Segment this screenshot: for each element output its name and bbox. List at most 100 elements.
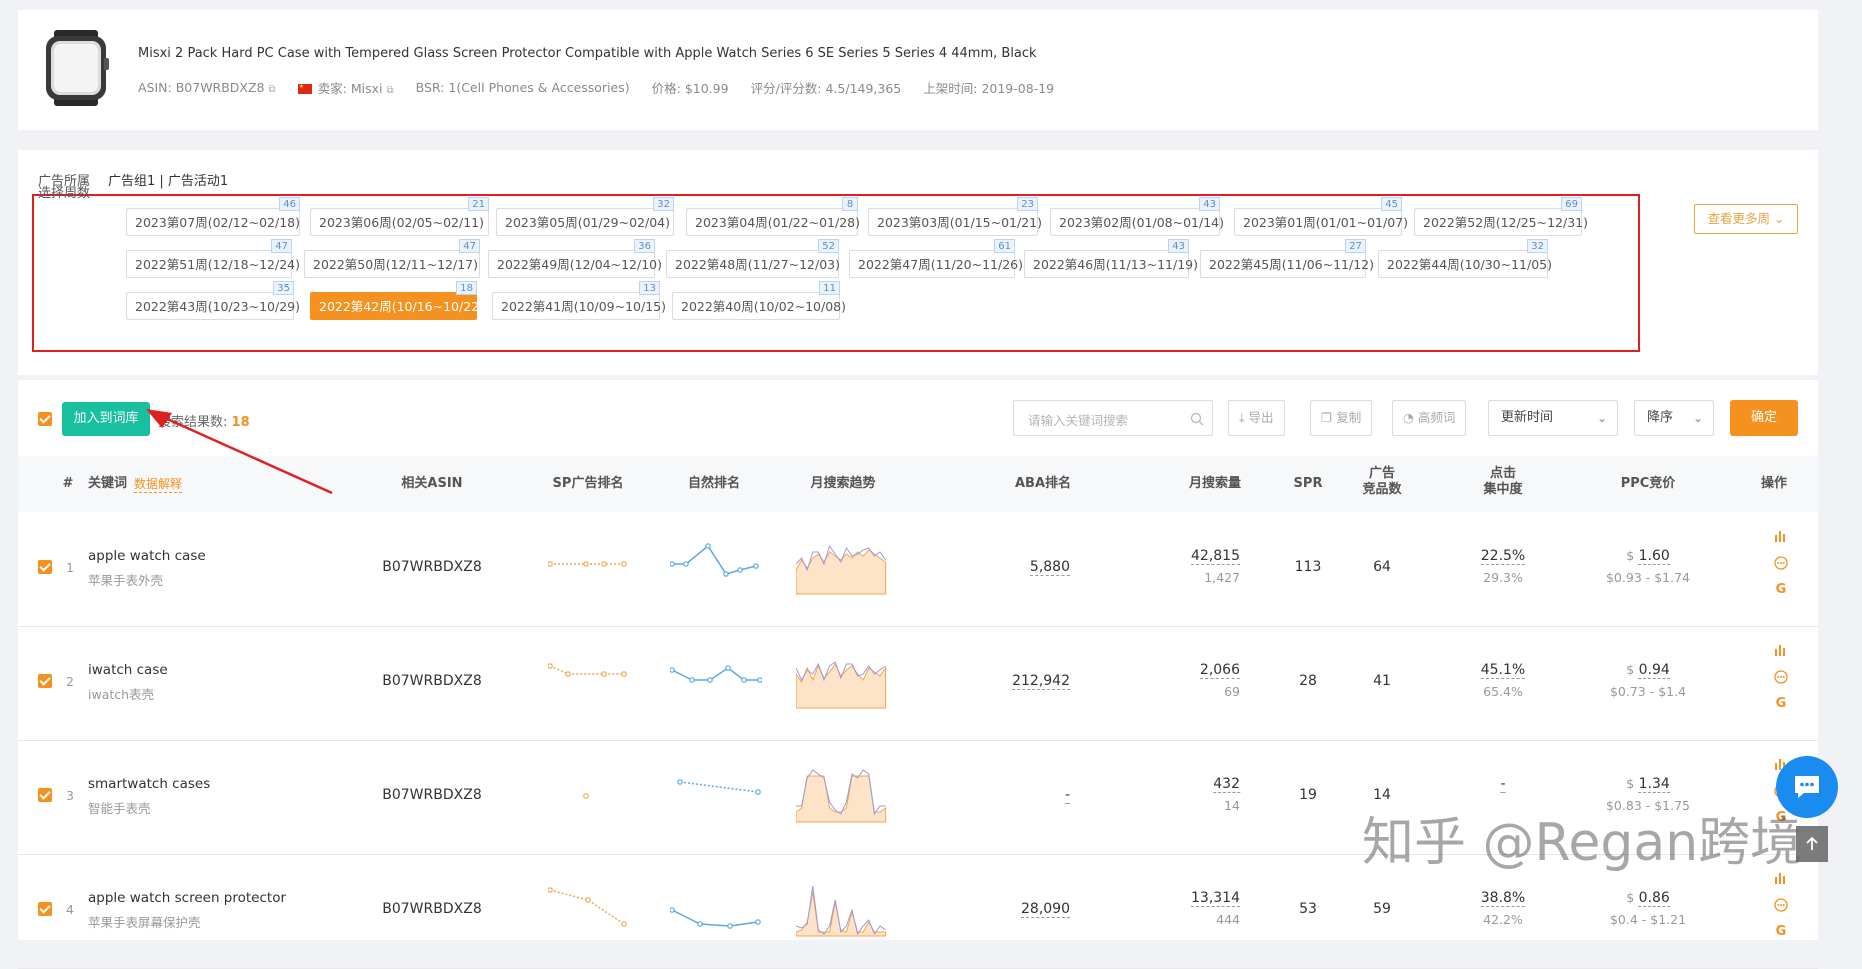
- watermark: 知乎 @Regan跨境: [1362, 813, 1803, 873]
- week-label: 2022第44周(10/30~11/05): [1387, 257, 1552, 272]
- organic-rank-sparkline: [670, 907, 761, 929]
- export-button[interactable]: ⤓ 导出: [1228, 400, 1285, 436]
- related-asin[interactable]: B07WRBDXZ8: [382, 673, 481, 689]
- week-option[interactable]: 2022第46周(11/13~11/19) 43: [1024, 239, 1198, 278]
- bar-chart-icon[interactable]: [1774, 530, 1788, 546]
- search-icon[interactable]: [1190, 412, 1204, 426]
- week-option[interactable]: 2022第42周(10/16~10/22) 18: [310, 281, 484, 320]
- currency-symbol: $: [1626, 890, 1635, 905]
- keyword-text[interactable]: iwatch case: [88, 662, 168, 678]
- sp-rank-sparkline: [548, 561, 627, 567]
- select-all-checkbox[interactable]: [38, 412, 52, 426]
- week-count-badge: 45: [1381, 197, 1402, 211]
- row-checkbox[interactable]: [38, 674, 52, 688]
- ppc-value: 1.60: [1638, 548, 1670, 565]
- week-option[interactable]: 2023第02周(01/08~01/14) 43: [1050, 197, 1224, 236]
- confirm-button[interactable]: 确定: [1730, 400, 1798, 436]
- google-search-icon[interactable]: G: [1774, 924, 1788, 939]
- more-options-icon[interactable]: [1774, 556, 1788, 574]
- monthly-search-sub: 14: [1224, 798, 1240, 813]
- chat-button[interactable]: [1776, 756, 1838, 818]
- asin-info[interactable]: ASIN: B07WRBDXZ8 ⧉: [138, 80, 276, 95]
- frequent-words-button[interactable]: ◔ 高频词: [1392, 400, 1467, 436]
- week-count-badge: 61: [994, 239, 1015, 253]
- row-checkbox[interactable]: [38, 902, 52, 916]
- week-option[interactable]: 2022第44周(10/30~11/05) 32: [1378, 239, 1552, 278]
- row-index: 4: [66, 902, 74, 917]
- week-count-badge: 32: [653, 197, 674, 211]
- sort-field-select[interactable]: 更新时间 ⌄: [1488, 400, 1618, 436]
- external-link-icon[interactable]: ⧉: [269, 84, 276, 95]
- week-option[interactable]: 2022第49周(12/04~12/10) 36: [488, 239, 662, 278]
- organic-rank-sparkline: [670, 665, 762, 683]
- week-option[interactable]: 2023第05周(01/29~02/04) 32: [496, 197, 674, 236]
- week-option[interactable]: 2023第06周(02/05~02/11) 21: [310, 197, 489, 236]
- week-option[interactable]: 2022第50周(12/11~12/17) 47: [304, 239, 480, 278]
- currency-symbol: $: [1626, 776, 1635, 791]
- table-row[interactable]: 2 iwatch case iwatch表壳 B07WRBDXZ8 212,94…: [18, 626, 1818, 741]
- monthly-search-volume: 432: [1213, 776, 1240, 793]
- google-search-icon[interactable]: G: [1774, 696, 1788, 711]
- week-option[interactable]: 2022第48周(11/27~12/03) 52: [666, 239, 840, 278]
- week-option[interactable]: 2022第51周(12/18~12/24) 47: [126, 239, 300, 278]
- monthly-search-volume: 13,314: [1191, 890, 1240, 907]
- week-option[interactable]: 2023第01周(01/01~01/07) 45: [1234, 197, 1408, 236]
- week-option[interactable]: 2022第41周(10/09~10/15) 13: [492, 281, 666, 320]
- week-option[interactable]: 2022第40周(10/02~10/08) 11: [672, 281, 846, 320]
- sort-order-select[interactable]: 降序 ⌄: [1634, 400, 1714, 436]
- copy-icon: ❐: [1321, 410, 1333, 425]
- more-weeks-button[interactable]: 查看更多周 ⌄: [1694, 204, 1798, 234]
- back-to-top-button[interactable]: [1796, 826, 1828, 862]
- week-label: 2022第52周(12/25~12/31): [1423, 215, 1588, 230]
- col-spr-header: SPR: [1293, 476, 1323, 491]
- product-title[interactable]: Misxi 2 Pack Hard PC Case with Tempered …: [138, 46, 1037, 61]
- week-count-badge: 47: [271, 239, 292, 253]
- week-label: 2022第43周(10/23~10/29): [135, 299, 300, 314]
- week-count-badge: 69: [1561, 197, 1582, 211]
- week-option[interactable]: 2023第03周(01/15~01/21) 23: [868, 197, 1042, 236]
- monthly-search-sub: 1,427: [1204, 570, 1240, 585]
- keyword-text[interactable]: apple watch screen protector: [88, 890, 286, 906]
- week-count-badge: 8: [842, 197, 858, 211]
- row-checkbox[interactable]: [38, 788, 52, 802]
- week-option[interactable]: 2023第07周(02/12~02/18) 46: [126, 197, 300, 236]
- week-label: 2022第49周(12/04~12/10): [497, 257, 662, 272]
- week-label: 2022第45周(11/06~11/12): [1209, 257, 1374, 272]
- week-option[interactable]: 2023第04周(01/22~01/28) 8: [686, 197, 860, 236]
- chat-bubble-icon: [1795, 776, 1819, 798]
- col-actions-header: 操作: [1760, 476, 1788, 491]
- ppc-value: 0.94: [1638, 662, 1670, 679]
- week-option[interactable]: 2022第47周(11/20~11/26) 61: [849, 239, 1023, 278]
- seller-info[interactable]: 卖家: Misxi⧉: [297, 78, 394, 97]
- product-card: Misxi 2 Pack Hard PC Case with Tempered …: [18, 10, 1818, 130]
- download-icon: ⤓: [1239, 410, 1245, 425]
- product-meta: ASIN: B07WRBDXZ8⧉ 卖家: Misxi⧉ BSR: 1(Cell…: [138, 78, 1054, 97]
- keyword-text[interactable]: smartwatch cases: [88, 776, 210, 792]
- click-concentration: 45.1%: [1480, 662, 1526, 679]
- google-search-icon[interactable]: G: [1774, 582, 1788, 597]
- week-label: 2023第01周(01/01~01/07): [1243, 215, 1408, 230]
- more-options-icon[interactable]: [1774, 898, 1788, 916]
- monthly-search-volume: 42,815: [1191, 548, 1240, 565]
- week-count-badge: 35: [273, 281, 294, 295]
- week-option[interactable]: 2022第52周(12/25~12/31) 69: [1414, 197, 1588, 236]
- copy-button[interactable]: ❐ 复制: [1310, 400, 1373, 436]
- keyword-text[interactable]: apple watch case: [88, 548, 206, 564]
- week-option[interactable]: 2022第43周(10/23~10/29) 35: [126, 281, 300, 320]
- row-index: 2: [66, 674, 74, 689]
- col-ad-products-line2: 竞品数: [1362, 482, 1402, 497]
- keyword-search-input[interactable]: 请输入关键词搜索: [1013, 400, 1213, 436]
- row-checkbox[interactable]: [38, 560, 52, 574]
- spr-value: 53: [1299, 901, 1317, 917]
- week-option[interactable]: 2022第45周(11/06~11/12) 27: [1200, 239, 1374, 278]
- related-asin[interactable]: B07WRBDXZ8: [382, 787, 481, 803]
- aba-rank: 212,942: [1012, 673, 1070, 690]
- table-row[interactable]: 1 apple watch case 苹果手表外壳 B07WRBDXZ8 5,8…: [18, 512, 1818, 627]
- related-asin[interactable]: B07WRBDXZ8: [382, 559, 481, 575]
- external-link-icon[interactable]: ⧉: [386, 85, 393, 96]
- more-options-icon[interactable]: [1774, 670, 1788, 688]
- bar-chart-icon[interactable]: [1774, 644, 1788, 660]
- related-asin[interactable]: B07WRBDXZ8: [382, 901, 481, 917]
- col-monthly-search-header: 月搜索量: [1188, 476, 1242, 491]
- week-label: 2023第05周(01/29~02/04): [505, 215, 670, 230]
